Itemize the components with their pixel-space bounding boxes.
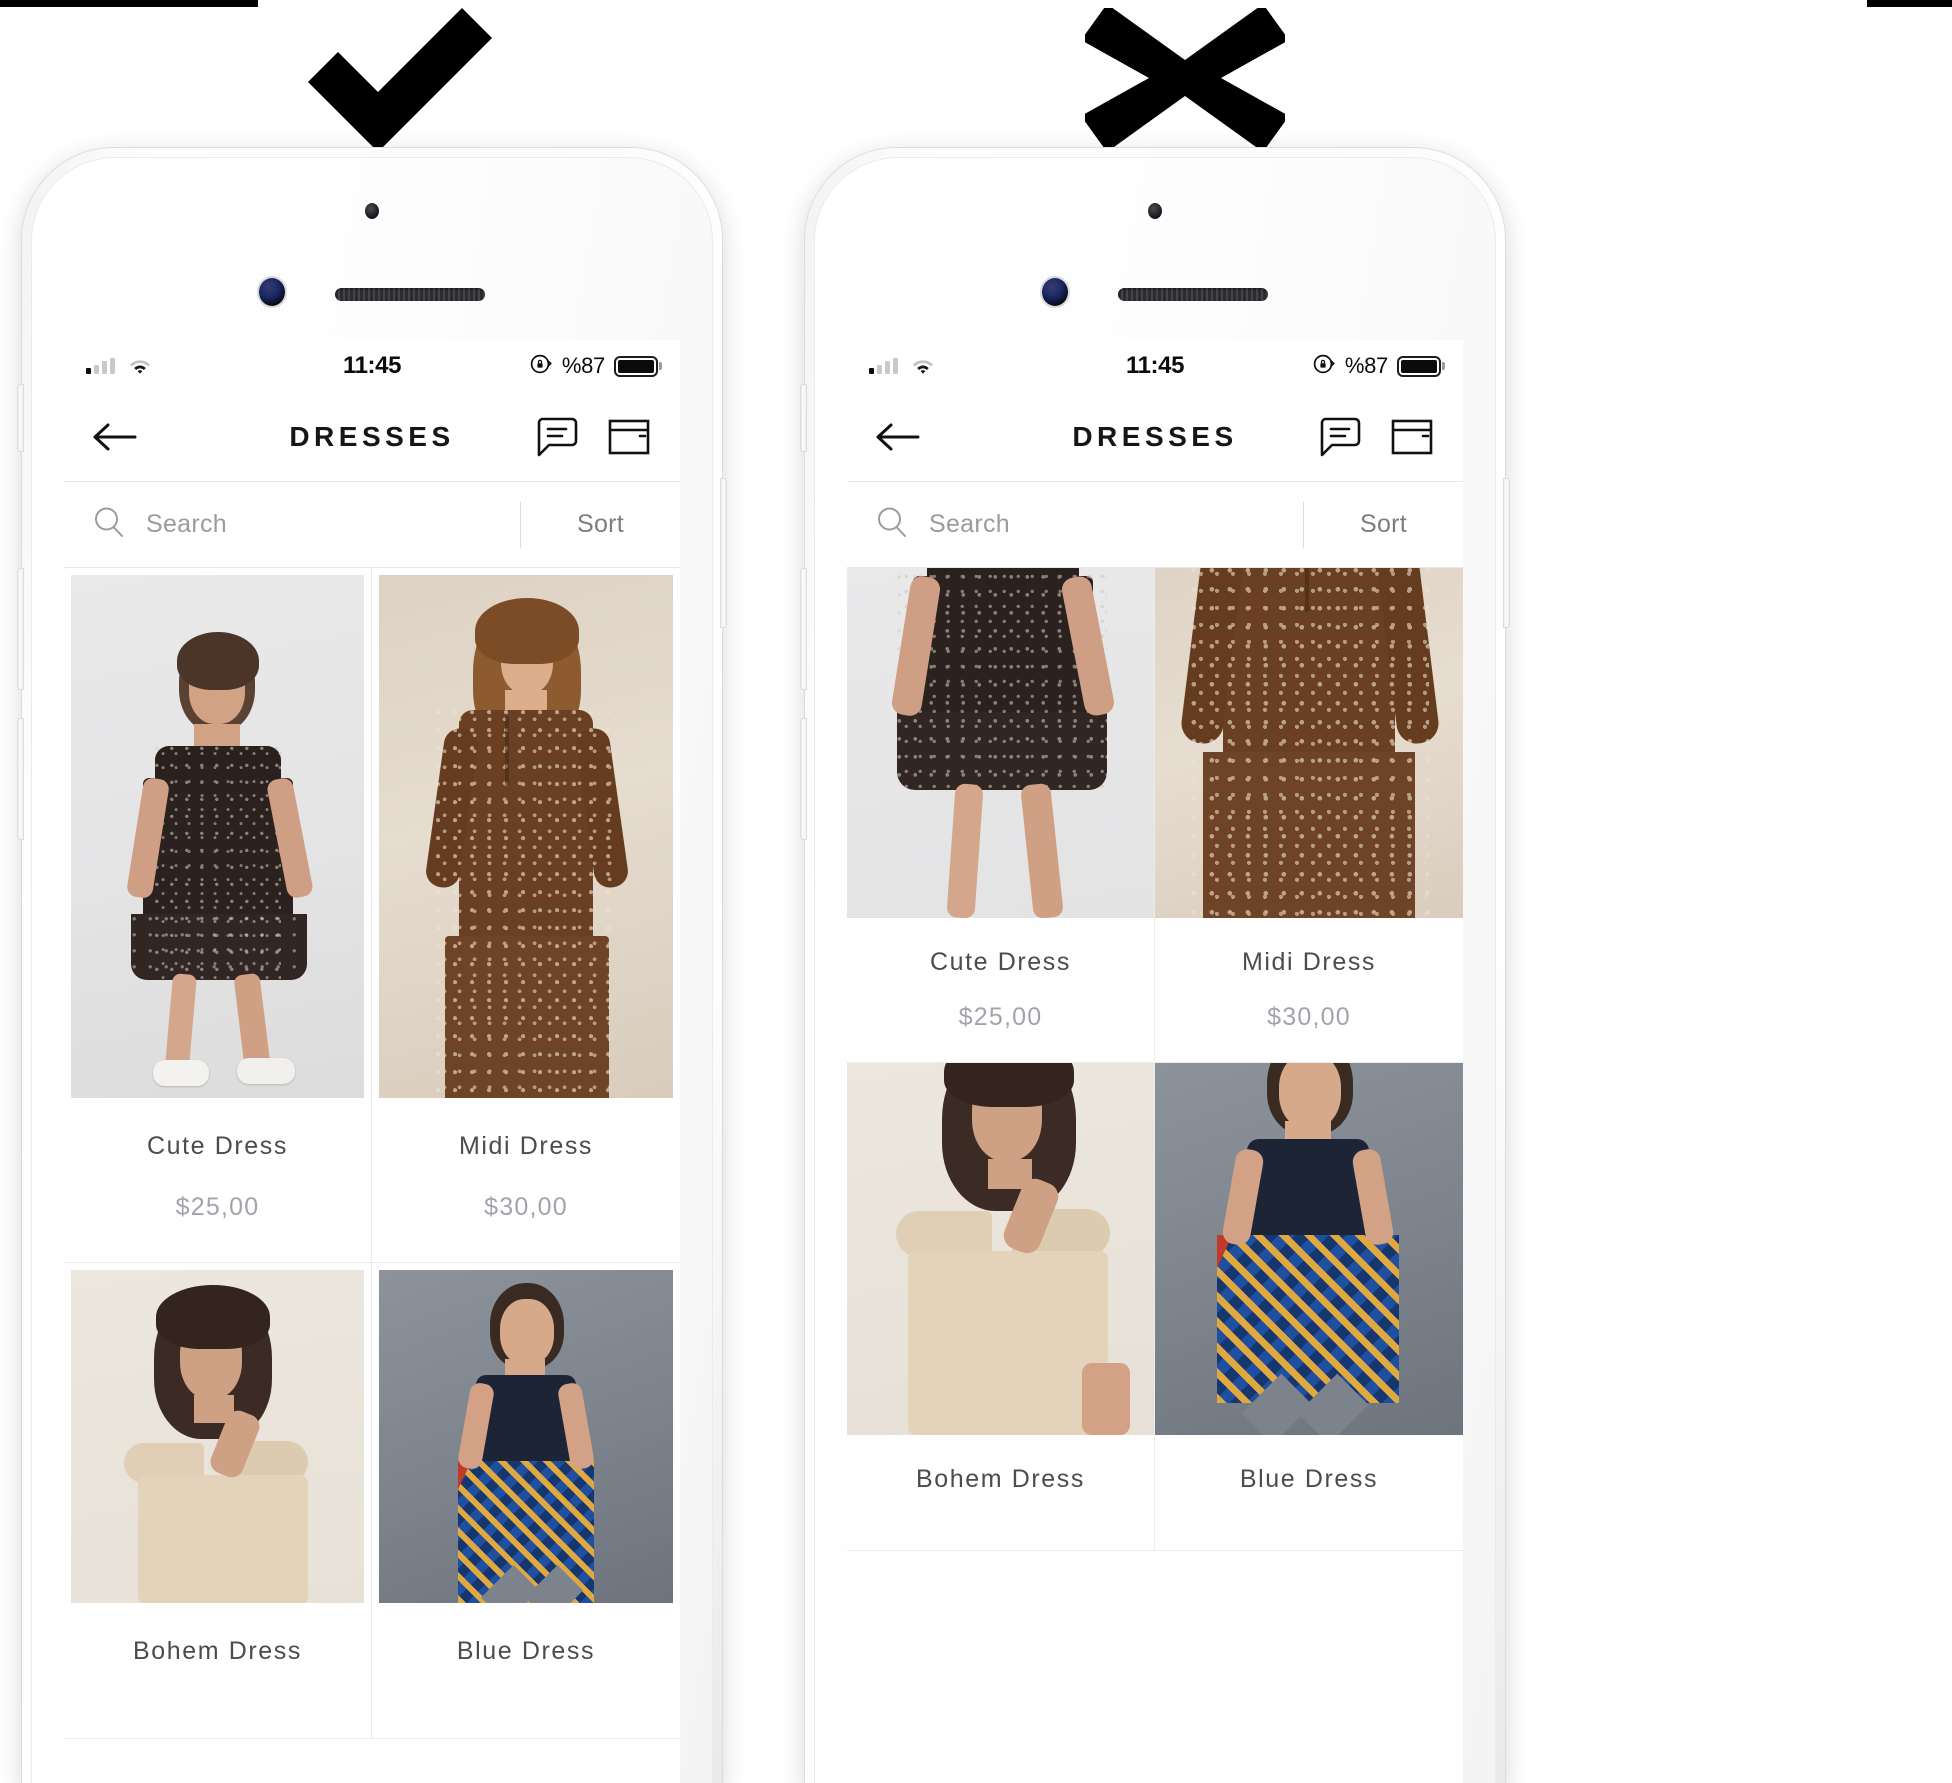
product-card[interactable]: Blue Dress <box>372 1263 680 1739</box>
product-info: Blue Dress <box>372 1603 680 1738</box>
search-icon <box>875 505 909 544</box>
comparison-stage: 11:45 %87 DRESSES Search Sort Cute Dress… <box>0 0 1952 1783</box>
screen-good: 11:45 %87 DRESSES Search Sort Cute Dress… <box>64 340 680 1783</box>
check-icon <box>300 8 500 148</box>
volume-down-button[interactable] <box>17 718 24 840</box>
model-photo-midi-dress <box>1155 568 1463 918</box>
search-placeholder: Search <box>929 510 1011 538</box>
front-camera <box>1042 278 1068 306</box>
search-input[interactable]: Search <box>64 482 520 567</box>
status-bar-time: 11:45 <box>1125 352 1185 379</box>
mute-switch[interactable] <box>17 384 24 452</box>
product-image <box>372 568 680 1098</box>
status-bar-time: 11:45 <box>342 352 402 379</box>
model-photo-bohem-dress <box>71 1270 364 1603</box>
product-info: Bohem Dress <box>847 1435 1154 1550</box>
product-image <box>64 568 371 1098</box>
front-camera <box>259 278 285 306</box>
nav-bar: DRESSES <box>64 392 680 482</box>
battery-full-icon <box>1397 355 1441 377</box>
volume-up-button[interactable] <box>17 568 24 690</box>
phone-bad: 11:45 %87 DRESSES Search Sort Cute Dress… <box>800 148 1510 1783</box>
product-card[interactable]: Bohem Dress <box>64 1263 372 1739</box>
product-price: $30,00 <box>484 1193 568 1221</box>
chat-bubble-icon[interactable] <box>1317 414 1363 460</box>
status-bar: 11:45 %87 <box>64 340 680 392</box>
status-bar: 11:45 %87 <box>847 340 1463 392</box>
proximity-sensor <box>1148 203 1162 219</box>
sort-label: Sort <box>1359 510 1408 538</box>
nav-bar: DRESSES <box>847 392 1463 482</box>
model-photo-midi-dress <box>379 575 673 1098</box>
product-card[interactable]: Cute Dress $25,00 <box>847 568 1155 1063</box>
proximity-sensor <box>365 203 379 219</box>
product-info: Cute Dress $25,00 <box>847 918 1154 1062</box>
search-icon <box>92 505 126 544</box>
search-bar: Search Sort <box>847 482 1463 568</box>
product-image <box>847 1063 1154 1435</box>
product-grid: Cute Dress $25,00 Midi Dress $30,00 Bohe… <box>64 568 680 1739</box>
product-price: $25,00 <box>958 1003 1043 1031</box>
product-card[interactable]: Midi Dress $30,00 <box>372 568 680 1263</box>
product-card[interactable]: Cute Dress $25,00 <box>64 568 372 1263</box>
product-info: Blue Dress <box>1155 1435 1463 1550</box>
mute-switch[interactable] <box>800 384 807 452</box>
product-name: Midi Dress <box>1241 948 1377 976</box>
product-price: $25,00 <box>175 1193 260 1221</box>
phone-good: 11:45 %87 DRESSES Search Sort Cute Dress… <box>17 148 727 1783</box>
product-info: Midi Dress $30,00 <box>1155 918 1463 1062</box>
top-edge-bar-right <box>1867 0 1952 7</box>
sort-button[interactable]: Sort <box>520 501 680 548</box>
model-photo-blue-dress <box>1155 1063 1463 1435</box>
product-info: Bohem Dress <box>64 1603 371 1738</box>
product-image <box>372 1263 680 1603</box>
search-input[interactable]: Search <box>847 482 1303 567</box>
product-card[interactable]: Bohem Dress <box>847 1063 1155 1551</box>
search-placeholder: Search <box>146 510 228 538</box>
product-image <box>64 1263 371 1603</box>
product-card[interactable]: Midi Dress $30,00 <box>1155 568 1463 1063</box>
product-name: Cute Dress <box>146 1132 289 1160</box>
earpiece-speaker <box>335 288 485 301</box>
product-name: Bohem Dress <box>915 1465 1086 1493</box>
screen-bad: 11:45 %87 DRESSES Search Sort Cute Dress… <box>847 340 1463 1783</box>
product-info: Cute Dress $25,00 <box>64 1098 371 1262</box>
earpiece-speaker <box>1118 288 1268 301</box>
nav-actions <box>1317 414 1435 460</box>
model-photo-cute-dress <box>847 568 1154 918</box>
model-photo-cute-dress <box>71 575 364 1098</box>
volume-up-button[interactable] <box>800 568 807 690</box>
product-name: Blue Dress <box>1239 1465 1379 1493</box>
product-name: Bohem Dress <box>132 1637 303 1665</box>
product-image <box>847 568 1154 918</box>
sort-label: Sort <box>576 510 625 538</box>
product-info: Midi Dress $30,00 <box>372 1098 680 1262</box>
product-name: Cute Dress <box>929 948 1072 976</box>
volume-down-button[interactable] <box>800 718 807 840</box>
sort-button[interactable]: Sort <box>1303 501 1463 548</box>
chat-bubble-icon[interactable] <box>534 414 580 460</box>
search-bar: Search Sort <box>64 482 680 568</box>
shopping-bag-icon[interactable] <box>1389 414 1435 460</box>
product-name: Blue Dress <box>456 1637 596 1665</box>
product-image <box>1155 568 1463 918</box>
top-edge-bar-left <box>0 0 258 7</box>
shopping-bag-icon[interactable] <box>606 414 652 460</box>
product-image <box>1155 1063 1463 1435</box>
battery-full-icon <box>614 355 658 377</box>
model-photo-blue-dress <box>379 1270 673 1603</box>
product-name: Midi Dress <box>458 1132 594 1160</box>
product-price: $30,00 <box>1267 1003 1351 1031</box>
model-photo-bohem-dress <box>847 1063 1154 1435</box>
nav-actions <box>534 414 652 460</box>
power-button[interactable] <box>720 478 727 628</box>
cross-icon <box>1085 8 1285 148</box>
product-card[interactable]: Blue Dress <box>1155 1063 1463 1551</box>
product-grid: Cute Dress $25,00 Midi Dress $30,00 Bohe… <box>847 568 1463 1551</box>
power-button[interactable] <box>1503 478 1510 628</box>
